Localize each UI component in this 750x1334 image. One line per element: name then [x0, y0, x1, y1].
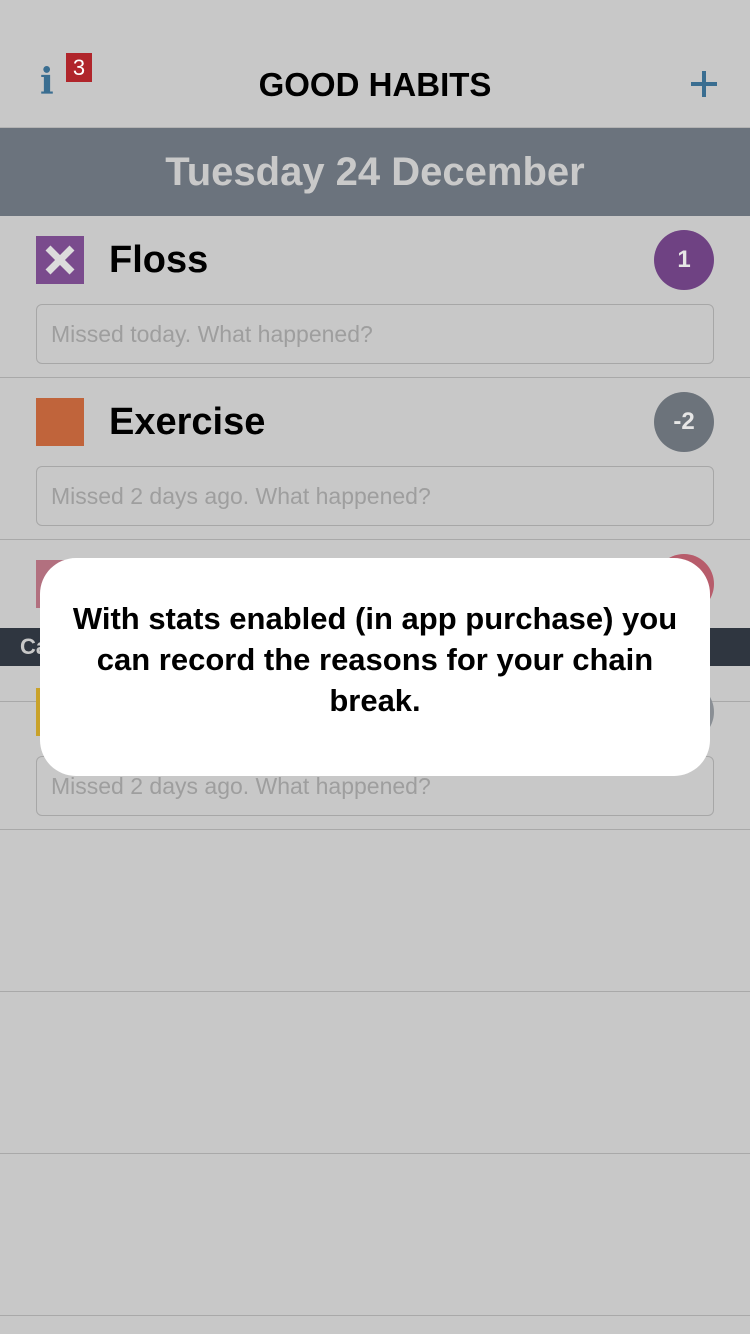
missed-reason-input[interactable] [36, 304, 714, 364]
navbar: i 3 GOOD HABITS [0, 0, 750, 128]
habit-row-floss[interactable]: Floss 1 [0, 216, 750, 378]
missed-reason-input[interactable] [36, 466, 714, 526]
empty-row [0, 992, 750, 1154]
popup-message: With stats enabled (in app purchase) you… [72, 601, 678, 718]
date-header: Tuesday 24 December [0, 128, 750, 216]
habit-checkbox[interactable] [36, 236, 84, 284]
missed-x-icon [45, 245, 75, 275]
habit-name: Exercise [109, 401, 266, 443]
plus-icon [691, 71, 717, 97]
page-title: GOOD HABITS [258, 66, 492, 103]
habit-chain-count: -2 [654, 392, 714, 452]
empty-row [0, 1154, 750, 1316]
add-habit-button[interactable] [682, 62, 726, 106]
habit-checkbox[interactable] [36, 398, 84, 446]
stats-upsell-popup[interactable]: With stats enabled (in app purchase) you… [40, 558, 710, 776]
date-label: Tuesday 24 December [165, 150, 585, 194]
habit-row-exercise[interactable]: Exercise -2 [0, 378, 750, 540]
habit-name: Floss [109, 239, 209, 281]
empty-row [0, 830, 750, 992]
habit-chain-count: 1 [654, 230, 714, 290]
